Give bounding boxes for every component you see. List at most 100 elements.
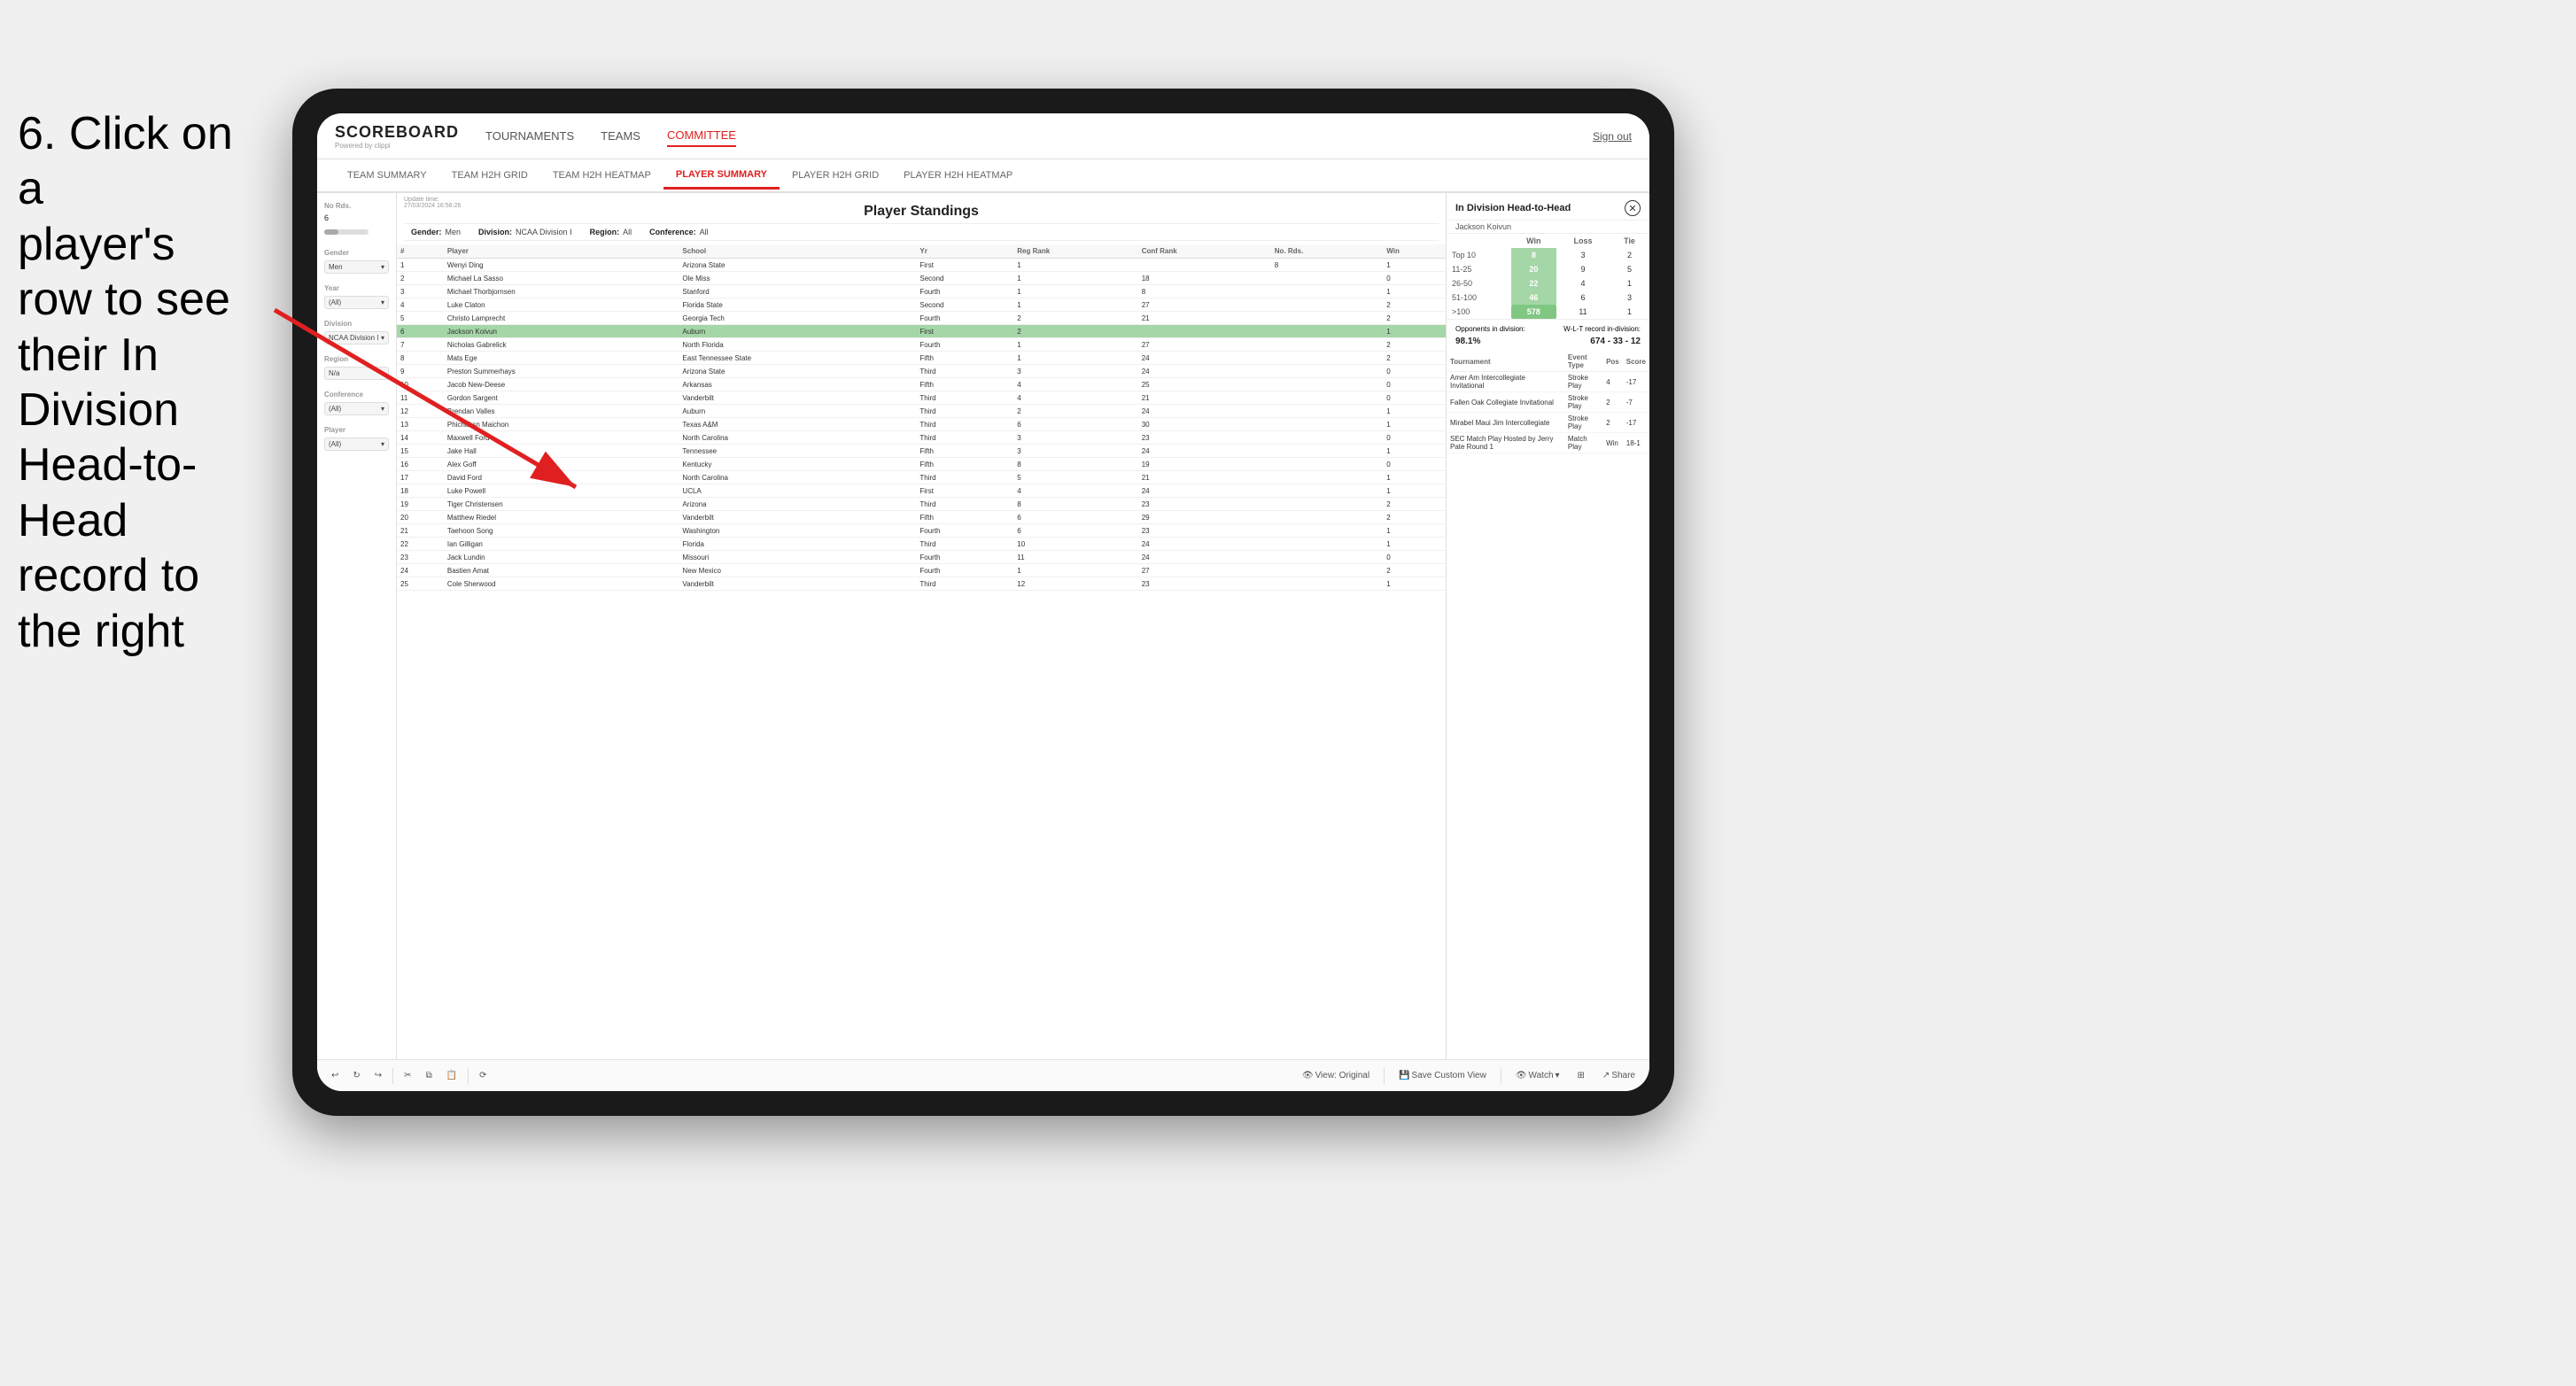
col-reg-rank: Reg Rank [1013, 244, 1137, 259]
refresh-button[interactable]: ⟳ [476, 1069, 490, 1082]
nav-teams[interactable]: TEAMS [601, 126, 640, 146]
tournament-row[interactable]: Mirabel Maui Jim Intercollegiate Stroke … [1447, 413, 1649, 433]
cell-school: North Carolina [679, 471, 916, 484]
gender-chevron: ▾ [381, 263, 384, 271]
header-area: Update time: 27/03/2024 16:56:26 Player … [397, 193, 1446, 244]
view-original-label: View: Original [1315, 1071, 1370, 1080]
view-original-button[interactable]: 👁 View: Original [1299, 1069, 1373, 1082]
h2h-col-range [1447, 234, 1511, 248]
cell-school: Vanderbilt [679, 511, 916, 524]
cell-conf: 24 [1138, 538, 1271, 551]
forward-button[interactable]: ↪ [371, 1069, 385, 1082]
table-row[interactable]: 25 Cole Sherwood Vanderbilt Third 12 23 … [397, 577, 1446, 591]
cell-conf: 29 [1138, 511, 1271, 524]
sub-nav-player-summary[interactable]: PLAYER SUMMARY [663, 162, 780, 190]
cell-school: Kentucky [679, 458, 916, 471]
cell-reg: 1 [1013, 285, 1137, 298]
cell-conf: 24 [1138, 405, 1271, 418]
redo-button[interactable]: ↻ [349, 1069, 363, 1082]
cell-reg: 8 [1013, 458, 1137, 471]
table-row[interactable]: 21 Taehoon Song Washington Fourth 6 23 1 [397, 524, 1446, 538]
cell-yr: Third [916, 498, 1013, 511]
cell-yr: Fifth [916, 511, 1013, 524]
table-row[interactable]: 23 Jack Lundin Missouri Fourth 11 24 0 [397, 551, 1446, 564]
cell-rds [1271, 577, 1384, 591]
cell-school: Auburn [679, 325, 916, 338]
table-row[interactable]: 22 Ian Gilligan Florida Third 10 24 1 [397, 538, 1446, 551]
player-standings-title: Player Standings [404, 204, 1439, 220]
cell-reg: 4 [1013, 378, 1137, 391]
cell-win: 0 [1383, 378, 1446, 391]
t-col-name: Tournament [1447, 352, 1564, 372]
sub-nav-team-summary[interactable]: TEAM SUMMARY [335, 163, 439, 188]
cell-num: 25 [397, 577, 444, 591]
close-button[interactable]: ✕ [1625, 200, 1641, 216]
cell-yr: Fourth [916, 551, 1013, 564]
cell-yr: Third [916, 405, 1013, 418]
arrow-indicator [239, 275, 611, 523]
table-row[interactable]: 1 Wenyi Ding Arizona State First 1 8 1 [397, 259, 1446, 272]
paste-button[interactable]: 📋 [443, 1069, 461, 1082]
tournament-row[interactable]: Fallen Oak Collegiate Invitational Strok… [1447, 392, 1649, 413]
nav-tournaments[interactable]: TOURNAMENTS [485, 126, 574, 146]
sub-nav-player-h2h-heatmap[interactable]: PLAYER H2H HEATMAP [891, 163, 1025, 188]
cell-win: 1 [1383, 285, 1446, 298]
h2h-range: >100 [1447, 305, 1511, 319]
cell-rds [1271, 405, 1384, 418]
t-pos: Win [1602, 433, 1623, 453]
col-win: Win [1383, 244, 1446, 259]
cell-conf: 25 [1138, 378, 1271, 391]
h2h-row: Top 10 8 3 2 [1447, 248, 1649, 262]
cell-num: 23 [397, 551, 444, 564]
cell-reg: 12 [1013, 577, 1137, 591]
tournament-row[interactable]: Amer Am Intercollegiate Invitational Str… [1447, 372, 1649, 392]
tournament-row[interactable]: SEC Match Play Hosted by Jerry Pate Roun… [1447, 433, 1649, 453]
cell-reg: 11 [1013, 551, 1137, 564]
sub-nav-team-h2h-grid[interactable]: TEAM H2H GRID [439, 163, 540, 188]
cell-yr: Second [916, 272, 1013, 285]
sign-out-link[interactable]: Sign out [1593, 130, 1632, 143]
scissors-button[interactable]: ✂ [400, 1069, 415, 1082]
logo-area: SCOREBOARD Powered by clippi [335, 123, 459, 150]
h2h-row: 51-100 46 6 3 [1447, 290, 1649, 305]
cell-conf: 18 [1138, 272, 1271, 285]
cell-conf [1138, 325, 1271, 338]
col-num: # [397, 244, 444, 259]
separator-1 [392, 1068, 393, 1084]
save-custom-button[interactable]: 💾 Save Custom View [1395, 1069, 1490, 1082]
table-row[interactable]: 24 Bastien Amat New Mexico Fourth 1 27 2 [397, 564, 1446, 577]
cell-yr: Third [916, 418, 1013, 431]
cell-yr: First [916, 259, 1013, 272]
nav-committee[interactable]: COMMITTEE [667, 125, 736, 147]
filter-division-value: NCAA Division I [516, 228, 572, 236]
cell-school: Stanford [679, 285, 916, 298]
layout-button[interactable]: ⊞ [1574, 1069, 1588, 1082]
cell-yr: First [916, 325, 1013, 338]
cell-rds [1271, 458, 1384, 471]
sub-nav-team-h2h-heatmap[interactable]: TEAM H2H HEATMAP [540, 163, 663, 188]
cell-yr: Fifth [916, 458, 1013, 471]
cell-school: Washington [679, 524, 916, 538]
logo-sub: Powered by clippi [335, 142, 459, 150]
save-custom-label: Save Custom View [1412, 1071, 1486, 1080]
undo-button[interactable]: ↩ [328, 1069, 342, 1082]
h2h-range: 11-25 [1447, 262, 1511, 276]
filter-gender-label: Gender: [411, 228, 442, 236]
cell-reg: 4 [1013, 391, 1137, 405]
col-player: Player [444, 244, 679, 259]
h2h-tie: 1 [1610, 276, 1649, 290]
cell-school: Arizona State [679, 259, 916, 272]
record-label: W-L-T record in-division: [1563, 325, 1641, 333]
sub-nav-player-h2h-grid[interactable]: PLAYER H2H GRID [780, 163, 891, 188]
gender-control[interactable]: Men ▾ [324, 260, 389, 274]
cell-num: 24 [397, 564, 444, 577]
cell-win: 2 [1383, 338, 1446, 352]
scroll-indicator[interactable] [324, 229, 369, 235]
cell-rds [1271, 551, 1384, 564]
watch-button[interactable]: 👁 Watch ▾ [1512, 1069, 1563, 1082]
copy-button[interactable]: ⧉ [423, 1069, 436, 1082]
share-button[interactable]: ↗ Share [1599, 1069, 1639, 1082]
cell-conf: 24 [1138, 365, 1271, 378]
t-pos: 2 [1602, 392, 1623, 413]
t-col-type: Event Type [1564, 352, 1602, 372]
